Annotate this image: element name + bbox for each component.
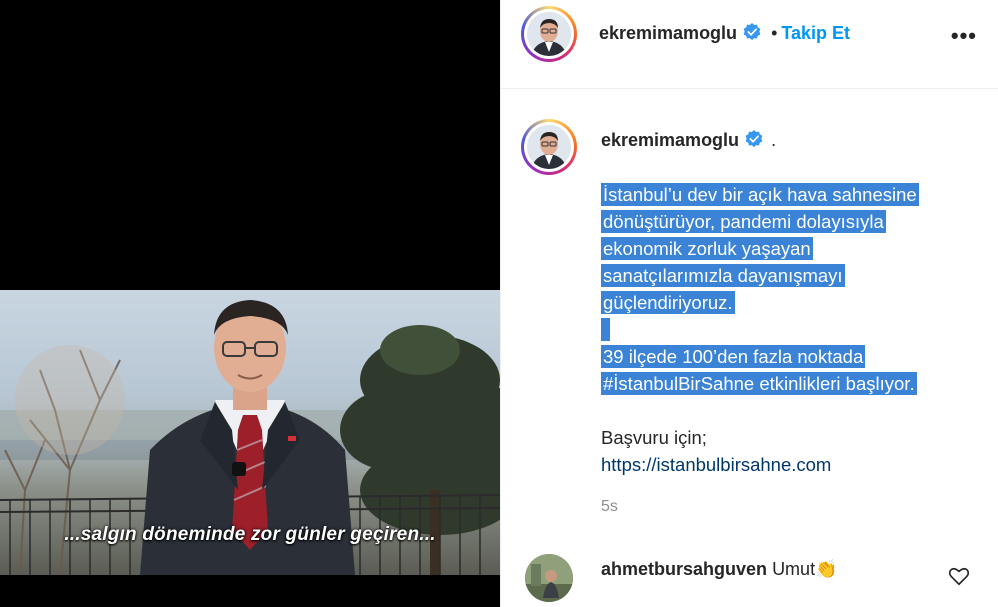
caption-line: İstanbul’u dev bir açık hava sahnesine [601,183,919,206]
clap-emoji-icon: 👏 [815,559,838,579]
caption-line: #İstanbulBirSahne etkinlikleri başlıyor. [601,372,917,395]
commenter-avatar[interactable] [525,554,573,602]
caption-line: 39 ilçede 100’den fazla noktada [601,345,866,368]
follow-button[interactable]: Takip Et [781,23,850,43]
verified-badge-icon [743,23,761,41]
caption-username[interactable]: ekremimamoglu [601,130,739,150]
avatar-photo [527,125,571,169]
author-avatar[interactable] [521,6,577,62]
caption-line: ekonomik zorluk yaşayan [601,237,813,260]
post-media[interactable]: ...salgın döneminde zor günler geçiren..… [0,0,500,607]
caption-link[interactable]: https://istanbulbirsahne.com [601,454,831,475]
caption-timestamp[interactable]: 5s [601,498,618,516]
comment-text: Umut [772,559,816,579]
verified-badge-icon [745,130,763,148]
caption-suffix: . [771,130,777,150]
more-options-icon[interactable]: ••• [951,23,977,49]
caption-line: sanatçılarımızla dayanışmayı [601,264,845,287]
caption-apply-text: Başvuru için; [601,427,707,448]
video-subtitle: ...salgın döneminde zor günler geçiren..… [64,524,436,545]
caption-blank-line [601,318,611,341]
caption-line: dönüştürüyor, pandemi dolayısıyla [601,210,886,233]
caption-avatar[interactable] [521,119,577,175]
avatar-photo [525,554,573,602]
caption-text: İstanbul’u dev bir açık hava sahnesine d… [601,181,971,478]
avatar-photo [527,12,571,56]
header-username[interactable]: ekremimamoglu [599,23,737,43]
post-header: ekremimamoglu • Takip Et ••• [501,0,998,89]
post-details-panel: ekremimamoglu • Takip Et ••• ekremimamogl [500,0,998,607]
header-separator: • [771,23,778,43]
caption-line: güçlendiriyoruz. [601,291,735,314]
commenter-username[interactable]: ahmetbursahguven [601,559,767,579]
heart-icon[interactable] [948,565,970,587]
